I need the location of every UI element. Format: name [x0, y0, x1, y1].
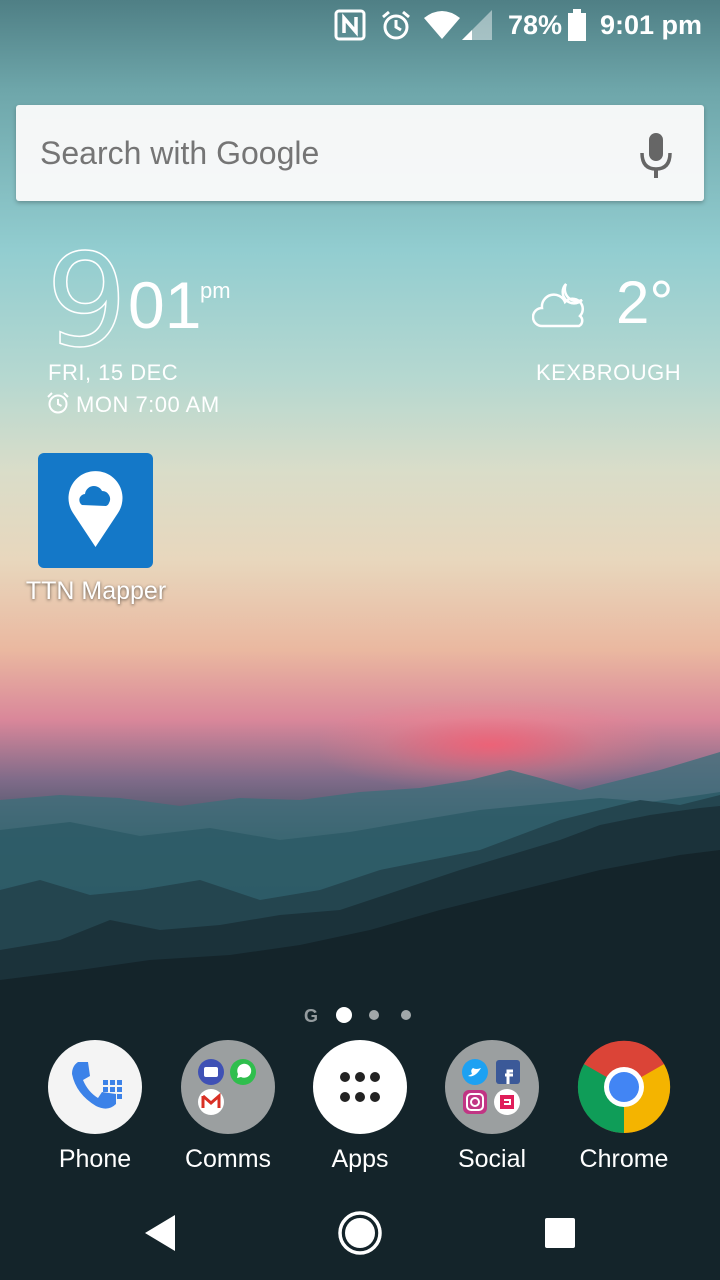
- dock-phone-label: Phone: [58, 1145, 132, 1173]
- mic-icon[interactable]: [636, 131, 676, 179]
- ttn-mapper-icon[interactable]: [38, 453, 153, 568]
- social-folder-icon[interactable]: [445, 1040, 539, 1134]
- partly-cloudy-night-icon[interactable]: [531, 280, 592, 330]
- home-icon[interactable]: [330, 1210, 390, 1260]
- google-search-bar[interactable]: Search with Google: [16, 105, 704, 201]
- clock-hour[interactable]: 9: [45, 237, 128, 367]
- next-alarm[interactable]: MON 7:00 AM: [46, 391, 220, 420]
- google-feed-marker: G: [304, 1006, 318, 1026]
- clock-ampm: pm: [200, 278, 231, 303]
- alarm-icon: [380, 8, 412, 42]
- clock-minutes[interactable]: 01: [128, 270, 201, 340]
- dock-phone[interactable]: Phone: [30, 1040, 160, 1180]
- ttn-mapper-label[interactable]: TTN Mapper: [0, 577, 192, 606]
- page-dot: [369, 1010, 379, 1020]
- nfc-icon: [334, 8, 366, 42]
- page-dot: [401, 1010, 411, 1020]
- dock-apps[interactable]: Apps: [295, 1040, 425, 1180]
- comms-folder-icon[interactable]: [181, 1040, 275, 1134]
- back-icon[interactable]: [130, 1210, 190, 1260]
- battery-icon: [567, 8, 587, 42]
- status-bar: 78% 9:01 pm: [0, 0, 720, 50]
- navigation-bar: [0, 1190, 720, 1280]
- status-time: 9:01 pm: [600, 9, 703, 40]
- dock-chrome-label: Chrome: [579, 1145, 669, 1173]
- page-dot-current: [336, 1007, 352, 1023]
- chrome-icon[interactable]: [577, 1040, 671, 1134]
- dock-social-label: Social: [457, 1145, 527, 1173]
- weather-location: KEXBROUGH: [536, 360, 682, 385]
- cell-signal-icon: [462, 8, 492, 42]
- dock-comms[interactable]: Comms: [163, 1040, 293, 1180]
- dock-chrome[interactable]: Chrome: [559, 1040, 689, 1180]
- dock-comms-label: Comms: [184, 1145, 272, 1173]
- recents-icon[interactable]: [530, 1210, 590, 1260]
- dock-social[interactable]: Social: [427, 1040, 557, 1180]
- alarm-small-icon: [46, 391, 70, 420]
- search-placeholder[interactable]: Search with Google: [40, 135, 319, 172]
- dock-apps-label: Apps: [331, 1145, 389, 1173]
- weather-temperature[interactable]: 2°: [616, 268, 673, 338]
- phone-icon[interactable]: [48, 1040, 142, 1134]
- wifi-icon: [424, 8, 460, 42]
- page-indicator[interactable]: G: [300, 1003, 420, 1027]
- alarm-time: MON 7:00 AM: [76, 392, 220, 417]
- app-drawer-icon[interactable]: [313, 1040, 407, 1134]
- clock-date: FRI, 15 DEC: [48, 360, 179, 385]
- battery-percent: 78%: [508, 9, 563, 40]
